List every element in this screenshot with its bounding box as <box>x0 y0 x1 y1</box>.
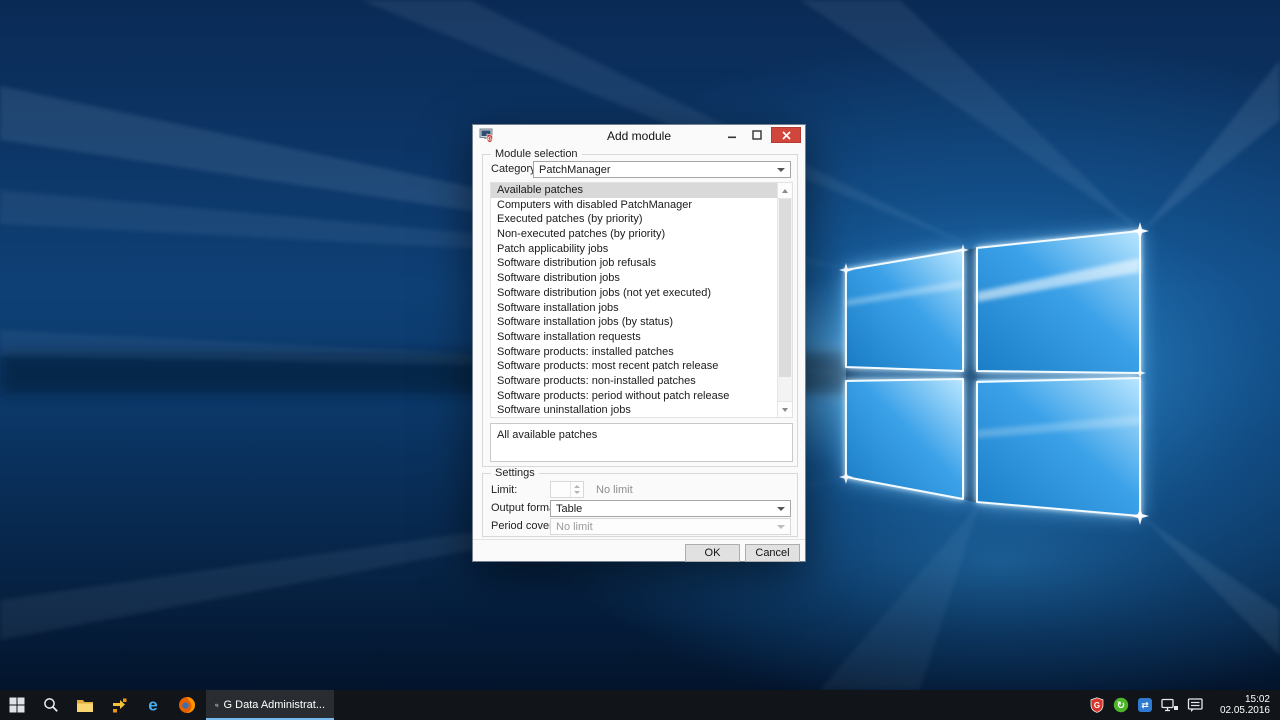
action-center-icon[interactable] <box>1187 697 1204 713</box>
scroll-down-icon[interactable] <box>778 401 792 417</box>
desktop: G Add module Module selection Category: <box>0 0 1280 720</box>
gdata-shield-icon[interactable]: G <box>1089 697 1105 713</box>
chevron-down-icon <box>777 525 785 529</box>
file-explorer-icon <box>76 698 94 713</box>
category-dropdown[interactable]: PatchManager <box>533 161 791 178</box>
firefox-icon <box>178 696 196 714</box>
network-pc-icon[interactable] <box>1161 697 1179 713</box>
module-list-item[interactable]: Software installation jobs (by status) <box>491 315 783 330</box>
ok-button[interactable]: OK <box>685 544 740 562</box>
svg-text:e: e <box>148 696 157 714</box>
module-list-item[interactable]: Software installation jobs <box>491 301 783 316</box>
taskbar: e G Data Administrat... G <box>0 690 1280 720</box>
module-list-item[interactable]: Software distribution jobs (not yet exec… <box>491 286 783 301</box>
stepper-arrows-icon[interactable] <box>570 482 583 497</box>
module-list-item[interactable]: Non-executed patches (by priority) <box>491 227 783 242</box>
svg-text:↻: ↻ <box>1117 701 1125 712</box>
module-description: All available patches <box>497 429 597 441</box>
sync-arrows-icon <box>111 697 128 714</box>
module-selection-group-label: Module selection <box>491 148 582 160</box>
svg-text:G: G <box>1094 701 1100 710</box>
module-selection-group: Module selection Category: PatchManager … <box>482 154 798 467</box>
edge-icon: e <box>144 696 162 714</box>
scrollbar-thumb[interactable] <box>779 199 791 377</box>
category-value: PatchManager <box>539 164 611 176</box>
clock-date: 02.05.2016 <box>1220 705 1270 716</box>
edge-button[interactable]: e <box>136 690 170 720</box>
search-icon <box>43 697 59 713</box>
settings-group: Settings Limit: No limit Output format: … <box>482 473 798 537</box>
module-list-item[interactable]: Software products: most recent patch rel… <box>491 359 783 374</box>
maximize-icon[interactable] <box>746 127 768 143</box>
taskbar-empty-area <box>334 690 1089 720</box>
module-list: Available patchesComputers with disabled… <box>490 182 793 418</box>
sync-tool-button[interactable] <box>102 690 136 720</box>
module-list-item[interactable]: Software products: non-installed patches <box>491 374 783 389</box>
scroll-up-icon[interactable] <box>778 183 792 199</box>
period-covered-value: No limit <box>556 521 593 533</box>
limit-stepper[interactable] <box>550 481 584 498</box>
start-icon <box>9 697 25 713</box>
module-list-item[interactable]: Software products: period without patch … <box>491 389 783 404</box>
gdata-administrator-icon <box>215 698 219 713</box>
module-list-item[interactable]: Patch applicability jobs <box>491 242 783 257</box>
limit-hint: No limit <box>596 484 633 496</box>
minimize-icon[interactable] <box>721 127 743 143</box>
chevron-down-icon <box>777 507 785 511</box>
taskbar-active-task-label: G Data Administrat... <box>224 699 325 711</box>
limit-label: Limit: <box>491 484 517 496</box>
settings-group-label: Settings <box>491 467 539 479</box>
taskbar-clock[interactable]: 15:02 02.05.2016 <box>1212 694 1276 716</box>
module-list-item[interactable]: Software distribution job refusals <box>491 256 783 271</box>
cancel-button[interactable]: Cancel <box>745 544 800 562</box>
svg-text:⇄: ⇄ <box>1141 701 1149 711</box>
module-description-box: All available patches <box>490 423 793 462</box>
footer-divider <box>473 539 805 540</box>
close-icon[interactable] <box>771 127 801 143</box>
start-button[interactable] <box>0 690 34 720</box>
file-explorer-button[interactable] <box>68 690 102 720</box>
output-format-value: Table <box>556 503 582 515</box>
module-list-item[interactable]: Software installation requests <box>491 330 783 345</box>
search-button[interactable] <box>34 690 68 720</box>
module-list-item[interactable]: Executed patches (by priority) <box>491 212 783 227</box>
add-module-dialog: G Add module Module selection Category: <box>472 124 806 562</box>
chevron-down-icon <box>777 168 785 172</box>
module-list-item[interactable]: Available patches <box>491 183 783 198</box>
module-list-item[interactable]: Software uninstallation jobs <box>491 403 783 418</box>
module-list-item[interactable]: Software distribution jobs <box>491 271 783 286</box>
module-list-item[interactable]: Software products: installed patches <box>491 345 783 360</box>
taskbar-active-task[interactable]: G Data Administrat... <box>206 690 334 720</box>
firefox-button[interactable] <box>170 690 204 720</box>
clock-time: 15:02 <box>1220 694 1270 705</box>
period-covered-dropdown: No limit <box>550 518 791 535</box>
category-label: Category: <box>491 163 539 175</box>
module-list-scrollbar[interactable] <box>777 183 792 417</box>
teamviewer-icon[interactable]: ⇄ <box>1137 697 1153 713</box>
dialog-titlebar[interactable]: G Add module <box>473 125 805 146</box>
update-green-icon[interactable]: ↻ <box>1113 697 1129 713</box>
system-tray: G ↻ ⇄ 15:02 <box>1089 690 1280 720</box>
module-list-item[interactable]: Computers with disabled PatchManager <box>491 198 783 213</box>
output-format-dropdown[interactable]: Table <box>550 500 791 517</box>
